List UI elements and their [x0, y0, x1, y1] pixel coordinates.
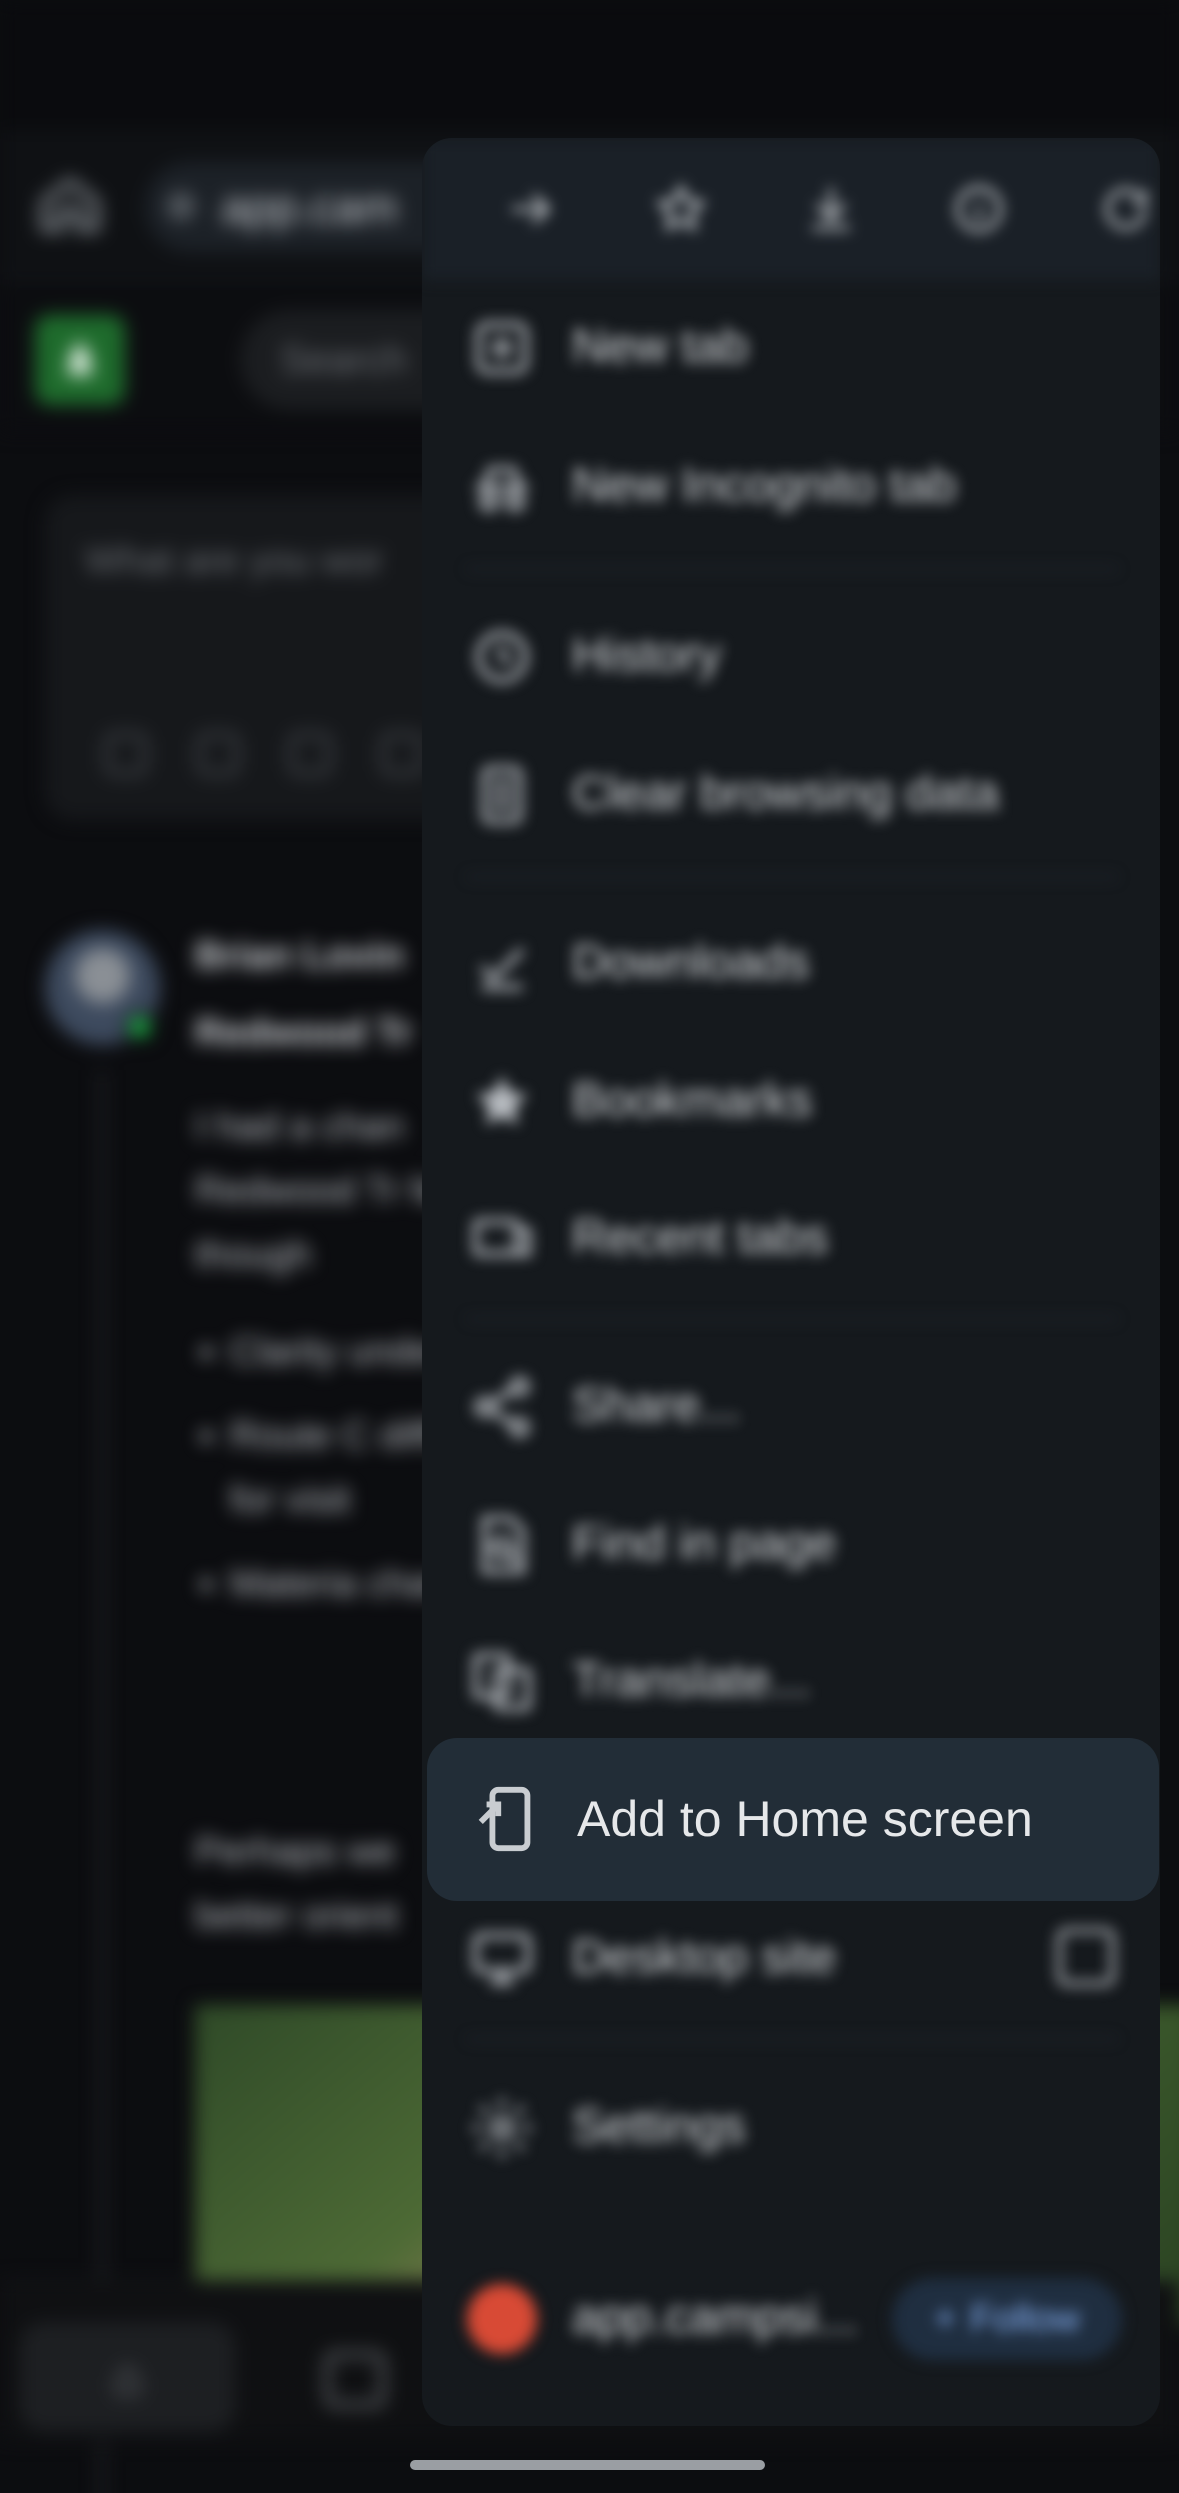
translate-icon	[467, 1647, 537, 1717]
menu-item-translate[interactable]: Translate...	[422, 1613, 1160, 1751]
menu-item-label: Clear browsing data	[572, 767, 999, 820]
star-icon[interactable]	[642, 170, 720, 248]
composer-toolbar	[105, 733, 423, 775]
url-text: app.cam	[221, 181, 398, 233]
site-name: app.campsi...	[572, 2291, 858, 2344]
menu-top-row	[422, 138, 1160, 280]
menu-divider	[467, 1318, 1117, 1320]
overflow-menu: New tab New Incognito tab History Clear	[422, 138, 1160, 2426]
add-to-home-icon	[472, 1784, 542, 1854]
menu-item-label: Find in page	[572, 1517, 837, 1570]
composer-placeholder: What are you wor	[85, 540, 383, 582]
incognito-icon	[467, 452, 537, 522]
gesture-bar	[410, 2460, 765, 2470]
emoji-icon[interactable]	[105, 733, 147, 775]
menu-item-find-in-page[interactable]: Find in page	[422, 1476, 1160, 1614]
menu-item-downloads[interactable]: Downloads	[422, 895, 1160, 1033]
menu-item-label: Desktop site	[572, 1931, 837, 1984]
status-bar	[0, 0, 1179, 130]
menu-item-bookmarks[interactable]: Bookmarks	[422, 1033, 1160, 1171]
menu-blurred-content: New tab New Incognito tab History Clear	[422, 138, 1160, 2426]
online-status-dot	[125, 1012, 155, 1042]
post-author[interactable]: Brian Lovin	[195, 935, 404, 978]
downloads-icon	[467, 929, 537, 999]
desktop-icon	[467, 1924, 537, 1994]
forward-icon[interactable]	[492, 170, 570, 248]
download-icon[interactable]	[792, 170, 870, 248]
menu-item-label: New tab	[572, 320, 749, 373]
bookmark-star-icon	[467, 1067, 537, 1137]
trash-icon	[467, 760, 537, 830]
home-icon[interactable]	[35, 170, 105, 240]
post-title[interactable]: Redwood Tr	[195, 1012, 412, 1055]
menu-item-clear-browsing-data[interactable]: Clear browsing data	[422, 726, 1160, 864]
site-favicon	[467, 2284, 537, 2354]
menu-item-label: Downloads	[572, 936, 810, 989]
site-settings-icon[interactable]: ⚙	[165, 186, 197, 228]
menu-site-row: app.campsi... + Follow	[422, 2248, 1160, 2386]
nav-bag-icon[interactable]	[325, 2352, 385, 2407]
attach-icon[interactable]	[381, 733, 423, 775]
app-logo[interactable]	[35, 315, 125, 405]
menu-item-label: Bookmarks	[572, 1074, 813, 1127]
menu-item-settings[interactable]: Settings	[422, 2059, 1160, 2197]
history-icon	[467, 622, 537, 692]
info-icon[interactable]	[940, 170, 1018, 248]
app-search-placeholder: Search	[280, 337, 407, 382]
share-icon	[467, 1372, 537, 1442]
menu-item-desktop-site[interactable]: Desktop site	[422, 1890, 1160, 2028]
menu-item-label: Settings	[572, 2100, 746, 2153]
menu-item-new-tab[interactable]: New tab	[422, 279, 1160, 417]
menu-item-share[interactable]: Share...	[422, 1338, 1160, 1476]
menu-item-recent-tabs[interactable]: Recent tabs	[422, 1170, 1160, 1308]
menu-item-label: New Incognito tab	[572, 459, 957, 512]
menu-item-label: Recent tabs	[572, 1211, 829, 1264]
settings-gear-icon	[467, 2093, 537, 2163]
follow-button[interactable]: + Follow	[892, 2278, 1122, 2360]
follow-label: Follow	[970, 2297, 1080, 2340]
image-icon[interactable]	[289, 733, 331, 775]
menu-item-label: Share...	[572, 1379, 741, 1432]
menu-item-history[interactable]: History	[422, 588, 1160, 726]
menu-divider	[467, 2038, 1117, 2040]
menu-item-label: History	[572, 629, 722, 682]
nav-home-icon[interactable]: ⌂	[20, 2322, 235, 2432]
desktop-site-checkbox[interactable]	[1057, 1928, 1115, 1986]
recent-tabs-icon	[467, 1204, 537, 1274]
gif-icon[interactable]	[197, 733, 239, 775]
menu-divider	[467, 568, 1117, 570]
menu-item-add-to-home-screen[interactable]: Add to Home screen	[427, 1738, 1159, 1901]
menu-item-new-incognito-tab[interactable]: New Incognito tab	[422, 418, 1160, 556]
menu-item-label: Translate...	[572, 1654, 811, 1707]
menu-item-label: Add to Home screen	[577, 1791, 1033, 1847]
plus-icon: +	[933, 2297, 957, 2340]
new-tab-icon	[467, 313, 537, 383]
find-in-page-icon	[467, 1510, 537, 1580]
refresh-icon[interactable]	[1087, 170, 1160, 248]
menu-divider	[467, 876, 1117, 878]
